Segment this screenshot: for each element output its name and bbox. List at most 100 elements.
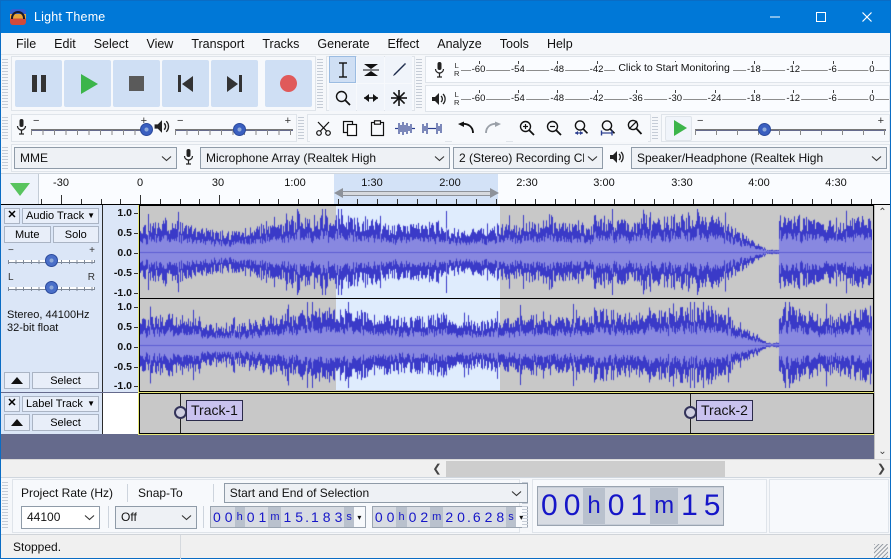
stop-button[interactable] <box>113 60 160 107</box>
zoom-out-button[interactable] <box>540 115 567 142</box>
audio-track-collapse-button[interactable] <box>4 372 30 389</box>
play-button[interactable] <box>64 60 111 107</box>
hscroll-left-arrow[interactable]: ❮ <box>429 462 446 475</box>
zoom-in-button[interactable] <box>513 115 540 142</box>
zoom-tool-button[interactable] <box>329 84 356 111</box>
audio-position-digit[interactable]: 1 <box>678 488 701 524</box>
envelope-tool-button[interactable] <box>357 56 384 83</box>
selection-tool-button[interactable] <box>329 56 356 83</box>
hscroll-right-arrow[interactable]: ❯ <box>873 462 890 475</box>
label-track-close-button[interactable]: ✕ <box>4 396 20 412</box>
time-unit[interactable]: s <box>344 507 354 527</box>
time-digit[interactable]: 5 <box>293 507 305 527</box>
quick-play-indicator[interactable] <box>334 188 499 199</box>
cut-button[interactable] <box>310 115 337 142</box>
time-unit[interactable]: h <box>396 507 406 527</box>
redo-button[interactable] <box>479 115 506 142</box>
recording-volume-slider[interactable]: − + <box>31 116 149 140</box>
menu-transport[interactable]: Transport <box>182 35 253 53</box>
transport-toolbar-grip[interactable] <box>2 55 10 113</box>
trim-audio-button[interactable] <box>391 115 418 142</box>
time-unit[interactable]: s <box>506 507 516 527</box>
time-unit[interactable]: h <box>235 507 245 527</box>
menu-tracks[interactable]: Tracks <box>253 35 308 53</box>
play-at-speed-button[interactable] <box>665 116 692 141</box>
recording-device-select[interactable]: Microphone Array (Realtek High <box>200 147 450 169</box>
label-track-menu-button[interactable]: Label Track ▼ <box>22 396 99 412</box>
audio-track-menu-button[interactable]: Audio Track ▼ <box>22 208 99 224</box>
multi-tool-button[interactable] <box>385 84 412 111</box>
undo-button[interactable] <box>452 115 479 142</box>
snap-to-select[interactable]: Off <box>115 506 197 529</box>
time-digit[interactable]: 0 <box>245 507 257 527</box>
gain-slider[interactable]: − + <box>8 248 95 270</box>
silence-audio-button[interactable] <box>418 115 445 142</box>
time-digit[interactable]: 1 <box>257 507 269 527</box>
audio-track-waveform-area[interactable] <box>139 205 874 392</box>
waveform-channel-right[interactable] <box>140 298 873 390</box>
audio-position-digit[interactable]: 1 <box>627 488 650 524</box>
time-digit[interactable]: 3 <box>333 507 345 527</box>
menu-select[interactable]: Select <box>85 35 138 53</box>
time-digit[interactable]: 2 <box>483 507 495 527</box>
audio-position-digit[interactable]: 0 <box>561 488 584 524</box>
playback-device-select[interactable]: Speaker/Headphone (Realtek High <box>631 147 887 169</box>
skip-to-end-button[interactable] <box>211 60 258 107</box>
solo-button[interactable]: Solo <box>53 226 100 243</box>
audio-position-time[interactable]: 00h01m15 <box>537 486 724 526</box>
meter-toolbar-grip[interactable] <box>416 55 424 113</box>
time-digit[interactable]: 0 <box>211 507 223 527</box>
selection-toolbar-grip[interactable] <box>2 478 10 534</box>
audio-position-unit[interactable]: h <box>583 488 604 524</box>
waveform-channel-left[interactable] <box>140 206 873 298</box>
playback-volume-slider[interactable]: − + <box>175 116 293 140</box>
tools-toolbar-grip[interactable] <box>317 55 325 113</box>
project-rate-select[interactable]: 44100 <box>21 506 100 529</box>
label-1-chip[interactable]: Track-1 <box>186 400 243 421</box>
menu-generate[interactable]: Generate <box>308 35 378 53</box>
pinned-play-head-button[interactable] <box>1 174 39 204</box>
mute-button[interactable]: Mute <box>4 226 51 243</box>
menu-analyze[interactable]: Analyze <box>428 35 490 53</box>
time-unit[interactable]: m <box>268 507 281 527</box>
audio-track-vertical-ruler[interactable]: 1.0 0.5 0.0 -0.5 -1.0 1.0 0.5 <box>103 205 139 392</box>
time-digit[interactable]: 0 <box>373 507 385 527</box>
play-at-speed-toolbar-grip[interactable] <box>652 113 660 143</box>
scroll-down-arrow[interactable]: ⌄ <box>878 444 886 459</box>
pause-button[interactable] <box>15 60 62 107</box>
menu-help[interactable]: Help <box>538 35 582 53</box>
selection-start-time[interactable]: 00h01m15.183s▾ <box>210 506 366 528</box>
minimize-button[interactable] <box>752 1 798 33</box>
playback-meter-toolbar[interactable]: LR -60 -54 -48 -42 -36 -30 -24 -18 -12 -… <box>425 85 890 112</box>
menu-tools[interactable]: Tools <box>491 35 538 53</box>
copy-button[interactable] <box>337 115 364 142</box>
paste-button[interactable] <box>364 115 391 142</box>
recording-channels-select[interactable]: 2 (Stereo) Recording Chan <box>453 147 603 169</box>
skip-to-start-button[interactable] <box>162 60 209 107</box>
time-digit[interactable]: 1 <box>281 507 293 527</box>
menu-edit[interactable]: Edit <box>45 35 85 53</box>
pan-slider[interactable]: L R <box>8 275 95 297</box>
close-button[interactable] <box>844 1 890 33</box>
menu-file[interactable]: File <box>7 35 45 53</box>
device-toolbar-grip[interactable] <box>2 143 10 173</box>
label-track-select-button[interactable]: Select <box>32 414 99 431</box>
time-digit[interactable]: 2 <box>443 507 455 527</box>
recording-meter-toolbar[interactable]: LR -60 -54 -48 -42 -18 -12 -6 0 <box>425 56 890 83</box>
scroll-up-arrow[interactable]: ⌃ <box>878 205 886 220</box>
menu-view[interactable]: View <box>137 35 182 53</box>
menu-effect[interactable]: Effect <box>379 35 429 53</box>
time-digit[interactable]: 6 <box>471 507 483 527</box>
audio-position-digit[interactable]: 5 <box>701 488 724 524</box>
edit-toolbar-grip[interactable] <box>298 113 306 143</box>
audio-host-select[interactable]: MME <box>14 147 177 169</box>
horizontal-scrollbar[interactable]: ❮ ❯ <box>1 459 890 477</box>
mixer-toolbar-grip[interactable] <box>2 113 10 143</box>
time-shift-tool-button[interactable] <box>357 84 384 111</box>
label-2-chip[interactable]: Track-2 <box>696 400 753 421</box>
time-digit[interactable]: 2 <box>418 507 430 527</box>
vertical-scrollbar[interactable]: ⌃ ⌄ <box>874 205 890 459</box>
label-track-collapse-button[interactable] <box>4 414 30 431</box>
audio-position-digit[interactable]: 0 <box>538 488 561 524</box>
record-button[interactable] <box>265 60 312 107</box>
